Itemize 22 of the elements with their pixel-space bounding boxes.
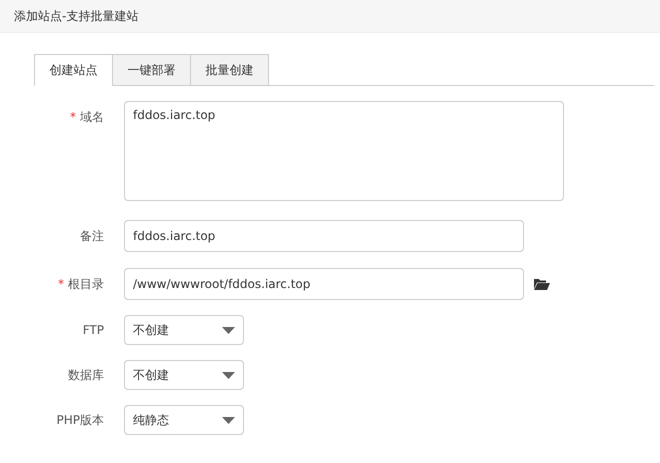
required-asterisk: * [70,109,76,126]
field-label: PHP版本 [56,412,104,429]
field-label: 域名 [80,109,104,126]
folder-icon[interactable] [534,278,550,290]
field-label: 根目录 [68,276,104,293]
caret-icon [222,416,235,424]
required-asterisk: * [58,276,64,293]
input-field[interactable]: fddos.iarc.top [124,220,524,252]
field-label: 备注 [80,228,104,245]
input-field[interactable]: /www/wwwroot/fddos.iarc.top [124,268,524,300]
tab[interactable]: 批量创建 [190,54,269,86]
select-dropdown[interactable]: 不创建 [124,360,244,390]
field-label: 数据库 [68,367,104,384]
caret-icon [222,372,235,378]
select-dropdown[interactable]: 纯静态 [124,405,244,435]
caret-icon [222,326,235,334]
tab[interactable]: 一键部署 [112,54,191,86]
select-dropdown[interactable]: 不创建 [124,315,244,345]
domain-textarea[interactable]: fddos.iarc.top [124,101,564,201]
field-label: FTP [82,322,104,339]
window-title: 添加站点-支持批量建站 [14,8,138,25]
tab[interactable]: 创建站点 [34,54,113,86]
